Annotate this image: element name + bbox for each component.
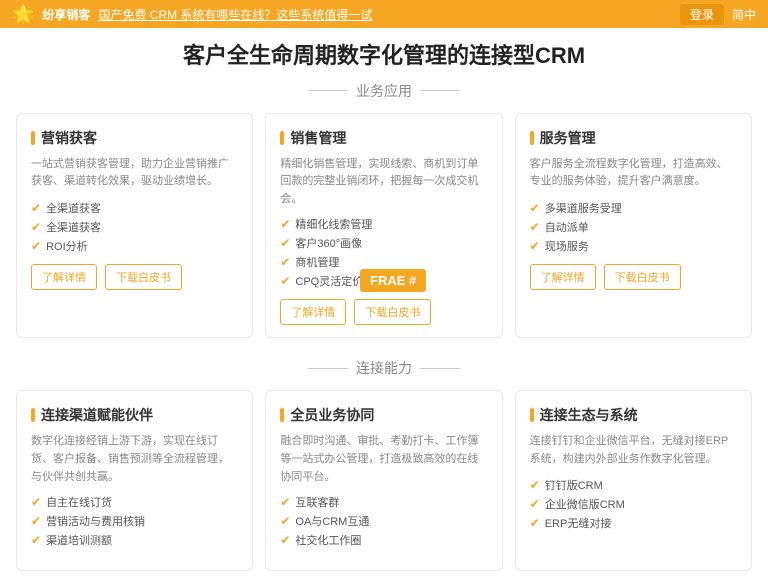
check-icon: ✔ (530, 239, 540, 253)
list-item: ✔商机管理 (280, 254, 487, 270)
headline-link[interactable]: 国产免费 CRM 系统有哪些在线？这些系统值得一试 (98, 6, 372, 23)
list-item: ✔ROI分析 (31, 238, 238, 254)
check-icon: ✔ (280, 236, 290, 250)
list-item: ✔自主在线订货 (31, 494, 238, 510)
check-icon: ✔ (280, 274, 290, 288)
top-bar-right: 登录 简中 (680, 4, 756, 25)
connect-cards-grid: 连接渠道赋能伙伴 数字化连接经销上游下游，实现在线订货、客户报备、销售预测等全流… (0, 390, 768, 585)
card-collab: 全员业务协同 融合即时沟通、审批、考勤打卡、工作簿等一站式办公管理，打造极致高效… (265, 390, 502, 571)
card-channel-features: ✔自主在线订货 ✔营销活动与费用核销 ✔渠道培训测额 (31, 494, 238, 548)
card-sales-features: ✔精细化线索管理 ✔客户360°画像 ✔商机管理 ✔CPQ灵活定价 (280, 216, 487, 289)
list-item: ✔营销活动与费用核销 (31, 513, 238, 529)
section-heading-biz: 业务应用 (0, 81, 768, 101)
list-item: ✔CPQ灵活定价 (280, 273, 487, 289)
card-marketing: 营销获客 一站式营销获客管理，助力企业营销推广获客、渠道转化效果，驱动业绩增长。… (16, 113, 253, 339)
section-heading-connect: 连接能力 (0, 358, 768, 378)
check-icon: ✔ (530, 220, 540, 234)
card-sales-actions: 了解详情 下载白皮书 (280, 299, 487, 325)
list-item: ✔全渠道获客 (31, 200, 238, 216)
learn-more-button[interactable]: 了解详情 (31, 264, 97, 290)
check-icon: ✔ (530, 201, 540, 215)
title-bar-icon (31, 408, 35, 422)
check-icon: ✔ (530, 478, 540, 492)
check-icon: ✔ (280, 533, 290, 547)
learn-more-button[interactable]: 了解详情 (530, 264, 596, 290)
list-item: ✔钉钉版CRM (530, 477, 737, 493)
card-collab-desc: 融合即时沟通、审批、考勤打卡、工作簿等一站式办公管理，打造极致高效的在线协同平台… (280, 433, 487, 486)
card-marketing-desc: 一站式营销获客管理，助力企业营销推广获客、渠道转化效果，驱动业绩增长。 (31, 156, 238, 192)
list-item: ✔互联客群 (280, 494, 487, 510)
check-icon: ✔ (31, 239, 41, 253)
card-sales-desc: 精细化销售管理，实现线索、商机到订单回款的完整业销闭环，把握每一次成交机会。 (280, 156, 487, 209)
check-icon: ✔ (31, 220, 41, 234)
card-sales-title: 销售管理 (280, 128, 487, 148)
check-icon: ✔ (280, 495, 290, 509)
language-switcher[interactable]: 简中 (732, 6, 756, 23)
download-whitepaper-button[interactable]: 下载白皮书 (604, 264, 681, 290)
list-item: ✔客户360°画像 (280, 235, 487, 251)
card-collab-features: ✔互联客群 ✔OA与CRM互通 ✔社交化工作圈 (280, 494, 487, 548)
title-bar-icon (530, 408, 534, 422)
learn-more-button[interactable]: 了解详情 (280, 299, 346, 325)
title-bar-icon (530, 131, 534, 145)
brand-logo: 🌟 (12, 4, 34, 25)
card-service-desc: 客户服务全流程数字化管理，打造高效、专业的服务体验，提升客户满意度。 (530, 156, 737, 192)
card-ecosystem-desc: 连接钉钉和企业微信平台，无缝对接ERP系统，构建内外部业务作数字化管理。 (530, 433, 737, 469)
card-channel-desc: 数字化连接经销上游下游，实现在线订货、客户报备、销售预测等全流程管理，与伙伴共创… (31, 433, 238, 486)
download-whitepaper-button[interactable]: 下载白皮书 (105, 264, 182, 290)
title-bar-icon (280, 131, 284, 145)
check-icon: ✔ (530, 516, 540, 530)
title-bar-icon (31, 131, 35, 145)
login-button[interactable]: 登录 (680, 4, 724, 25)
top-bar: 🌟 纷享销客 国产免费 CRM 系统有哪些在线？这些系统值得一试 登录 简中 (0, 0, 768, 28)
list-item: ✔精细化线索管理 (280, 216, 487, 232)
title-bar-icon (280, 408, 284, 422)
card-service-actions: 了解详情 下载白皮书 (530, 264, 737, 290)
card-service-title: 服务管理 (530, 128, 737, 148)
card-marketing-title: 营销获客 (31, 128, 238, 148)
card-sales: 销售管理 精细化销售管理，实现线索、商机到订单回款的完整业销闭环，把握每一次成交… (265, 113, 502, 339)
list-item: ✔渠道培训测额 (31, 532, 238, 548)
card-ecosystem-features: ✔钉钉版CRM ✔企业微信版CRM ✔ERP无缝对接 (530, 477, 737, 531)
download-whitepaper-button[interactable]: 下载白皮书 (354, 299, 431, 325)
check-icon: ✔ (280, 255, 290, 269)
page-title: 客户全生命周期数字化管理的连接型CRM (0, 28, 768, 75)
check-icon: ✔ (31, 533, 41, 547)
list-item: ✔企业微信版CRM (530, 496, 737, 512)
card-channel: 连接渠道赋能伙伴 数字化连接经销上游下游，实现在线订货、客户报备、销售预测等全流… (16, 390, 253, 571)
check-icon: ✔ (31, 495, 41, 509)
check-icon: ✔ (280, 514, 290, 528)
check-icon: ✔ (280, 217, 290, 231)
list-item: ✔自动派单 (530, 219, 737, 235)
biz-cards-grid: 营销获客 一站式营销获客管理，助力企业营销推广获客、渠道转化效果，驱动业绩增长。… (0, 113, 768, 353)
list-item: ✔OA与CRM互通 (280, 513, 487, 529)
list-item: ✔现场服务 (530, 238, 737, 254)
card-marketing-features: ✔全渠道获客 ✔全渠道获客 ✔ROI分析 (31, 200, 238, 254)
list-item: ✔ERP无缝对接 (530, 515, 737, 531)
card-service-features: ✔多渠道服务受理 ✔自动派单 ✔现场服务 (530, 200, 737, 254)
card-collab-title: 全员业务协同 (280, 405, 487, 425)
card-service: 服务管理 客户服务全流程数字化管理，打造高效、专业的服务体验，提升客户满意度。 … (515, 113, 752, 339)
list-item: ✔全渠道获客 (31, 219, 238, 235)
card-marketing-actions: 了解详情 下载白皮书 (31, 264, 238, 290)
check-icon: ✔ (530, 497, 540, 511)
list-item: ✔多渠道服务受理 (530, 200, 737, 216)
check-icon: ✔ (31, 514, 41, 528)
list-item: ✔社交化工作圈 (280, 532, 487, 548)
card-ecosystem-title: 连接生态与系统 (530, 405, 737, 425)
card-ecosystem: 连接生态与系统 连接钉钉和企业微信平台，无缝对接ERP系统，构建内外部业务作数字… (515, 390, 752, 571)
card-channel-title: 连接渠道赋能伙伴 (31, 405, 238, 425)
brand-name: 纷享销客 (42, 6, 90, 23)
check-icon: ✔ (31, 201, 41, 215)
